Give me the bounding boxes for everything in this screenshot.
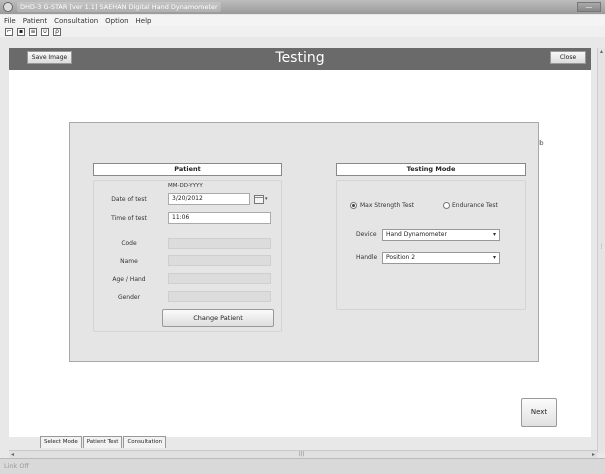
name-label: Name <box>120 258 138 265</box>
handle-select[interactable]: Position 2 ▾ <box>382 252 500 264</box>
scroll-grip-icon[interactable]: ||| <box>299 451 304 457</box>
next-button[interactable]: Next <box>521 398 557 427</box>
menu-consultation[interactable]: Consultation <box>54 17 98 25</box>
device-select[interactable]: Hand Dynamometer ▾ <box>382 229 500 241</box>
calendar-icon[interactable] <box>254 195 264 204</box>
time-of-test-label: Time of test <box>111 215 147 222</box>
scroll-right-icon[interactable]: ▸ <box>592 451 595 458</box>
time-of-test-input[interactable]: 11:06 <box>168 212 271 224</box>
scroll-up-icon[interactable]: ▴ <box>598 48 605 55</box>
scroll-grip-icon[interactable]: ⋮ <box>598 243 605 250</box>
endurance-label: Endurance Test <box>452 202 498 209</box>
menu-help[interactable]: Help <box>136 17 152 25</box>
page-title: Testing <box>275 50 325 66</box>
link-status: Link Off <box>4 462 29 470</box>
menu-patient[interactable]: Patient <box>23 17 47 25</box>
app-icon <box>3 2 13 12</box>
tab-consultation[interactable]: Consultation <box>123 436 167 448</box>
testing-mode-section-header: Testing Mode <box>336 163 526 176</box>
horizontal-scrollbar[interactable]: ◂ ||| ▸ <box>9 450 597 458</box>
code-label: Code <box>121 240 137 247</box>
change-patient-button[interactable]: Change Patient <box>162 309 274 327</box>
chevron-down-icon: ▾ <box>492 254 496 261</box>
toolbar: ⌐ ▪ ≡ ∪ ρ <box>0 26 605 37</box>
date-of-test-label: Date of test <box>111 196 147 203</box>
handle-label: Handle <box>356 254 378 261</box>
gender-field <box>168 291 271 302</box>
menu-option[interactable]: Option <box>105 17 128 25</box>
vertical-scrollbar[interactable]: ▴ ⋮ <box>597 48 605 453</box>
header-strip: Testing <box>9 48 591 70</box>
settings-icon[interactable]: ≡ <box>29 27 37 36</box>
code-field <box>168 238 271 249</box>
status-bar: Link Off <box>0 458 605 474</box>
date-format-hint: MM-DD-YYYY <box>168 183 203 189</box>
window-title: DHD-3 G-STAR [ver 1.1] SAEHAN Digital Ha… <box>17 2 221 12</box>
tab-patient-test[interactable]: Patient Test <box>82 436 123 448</box>
device-select-value: Hand Dynamometer <box>386 231 447 238</box>
close-button[interactable]: Close <box>550 51 586 64</box>
key-icon[interactable]: ρ <box>53 27 61 36</box>
grip-icon[interactable]: ∪ <box>41 27 49 36</box>
title-bar: DHD-3 G-STAR [ver 1.1] SAEHAN Digital Ha… <box>0 0 605 14</box>
testing-mode-section <box>336 180 526 310</box>
chevron-down-icon[interactable]: ▾ <box>265 196 268 202</box>
save-icon[interactable]: ▪ <box>17 27 25 36</box>
minimize-button[interactable]: — <box>577 2 601 12</box>
bottom-tabs: Select Mode Patient Test Consultation <box>40 436 167 448</box>
open-icon[interactable]: ⌐ <box>5 27 13 36</box>
chevron-down-icon: ▾ <box>492 231 496 238</box>
max-strength-label: Max Strength Test <box>360 202 414 209</box>
tab-select-mode[interactable]: Select Mode <box>40 436 82 448</box>
device-label: Device <box>356 231 377 238</box>
menu-file[interactable]: File <box>4 17 16 25</box>
endurance-radio[interactable] <box>443 202 450 209</box>
save-image-button[interactable]: Save Image <box>27 51 72 64</box>
handle-select-value: Position 2 <box>386 254 416 261</box>
age-hand-label: Age / Hand <box>112 276 146 283</box>
scroll-left-icon[interactable]: ◂ <box>11 451 14 458</box>
patient-section-header: Patient <box>93 163 282 176</box>
age-hand-field <box>168 273 271 284</box>
menu-bar: File Patient Consultation Option Help <box>0 15 605 26</box>
name-field <box>168 255 271 266</box>
date-of-test-input[interactable]: 3/20/2012 <box>168 193 250 205</box>
max-strength-radio[interactable] <box>350 202 357 209</box>
gender-label: Gender <box>117 294 141 301</box>
